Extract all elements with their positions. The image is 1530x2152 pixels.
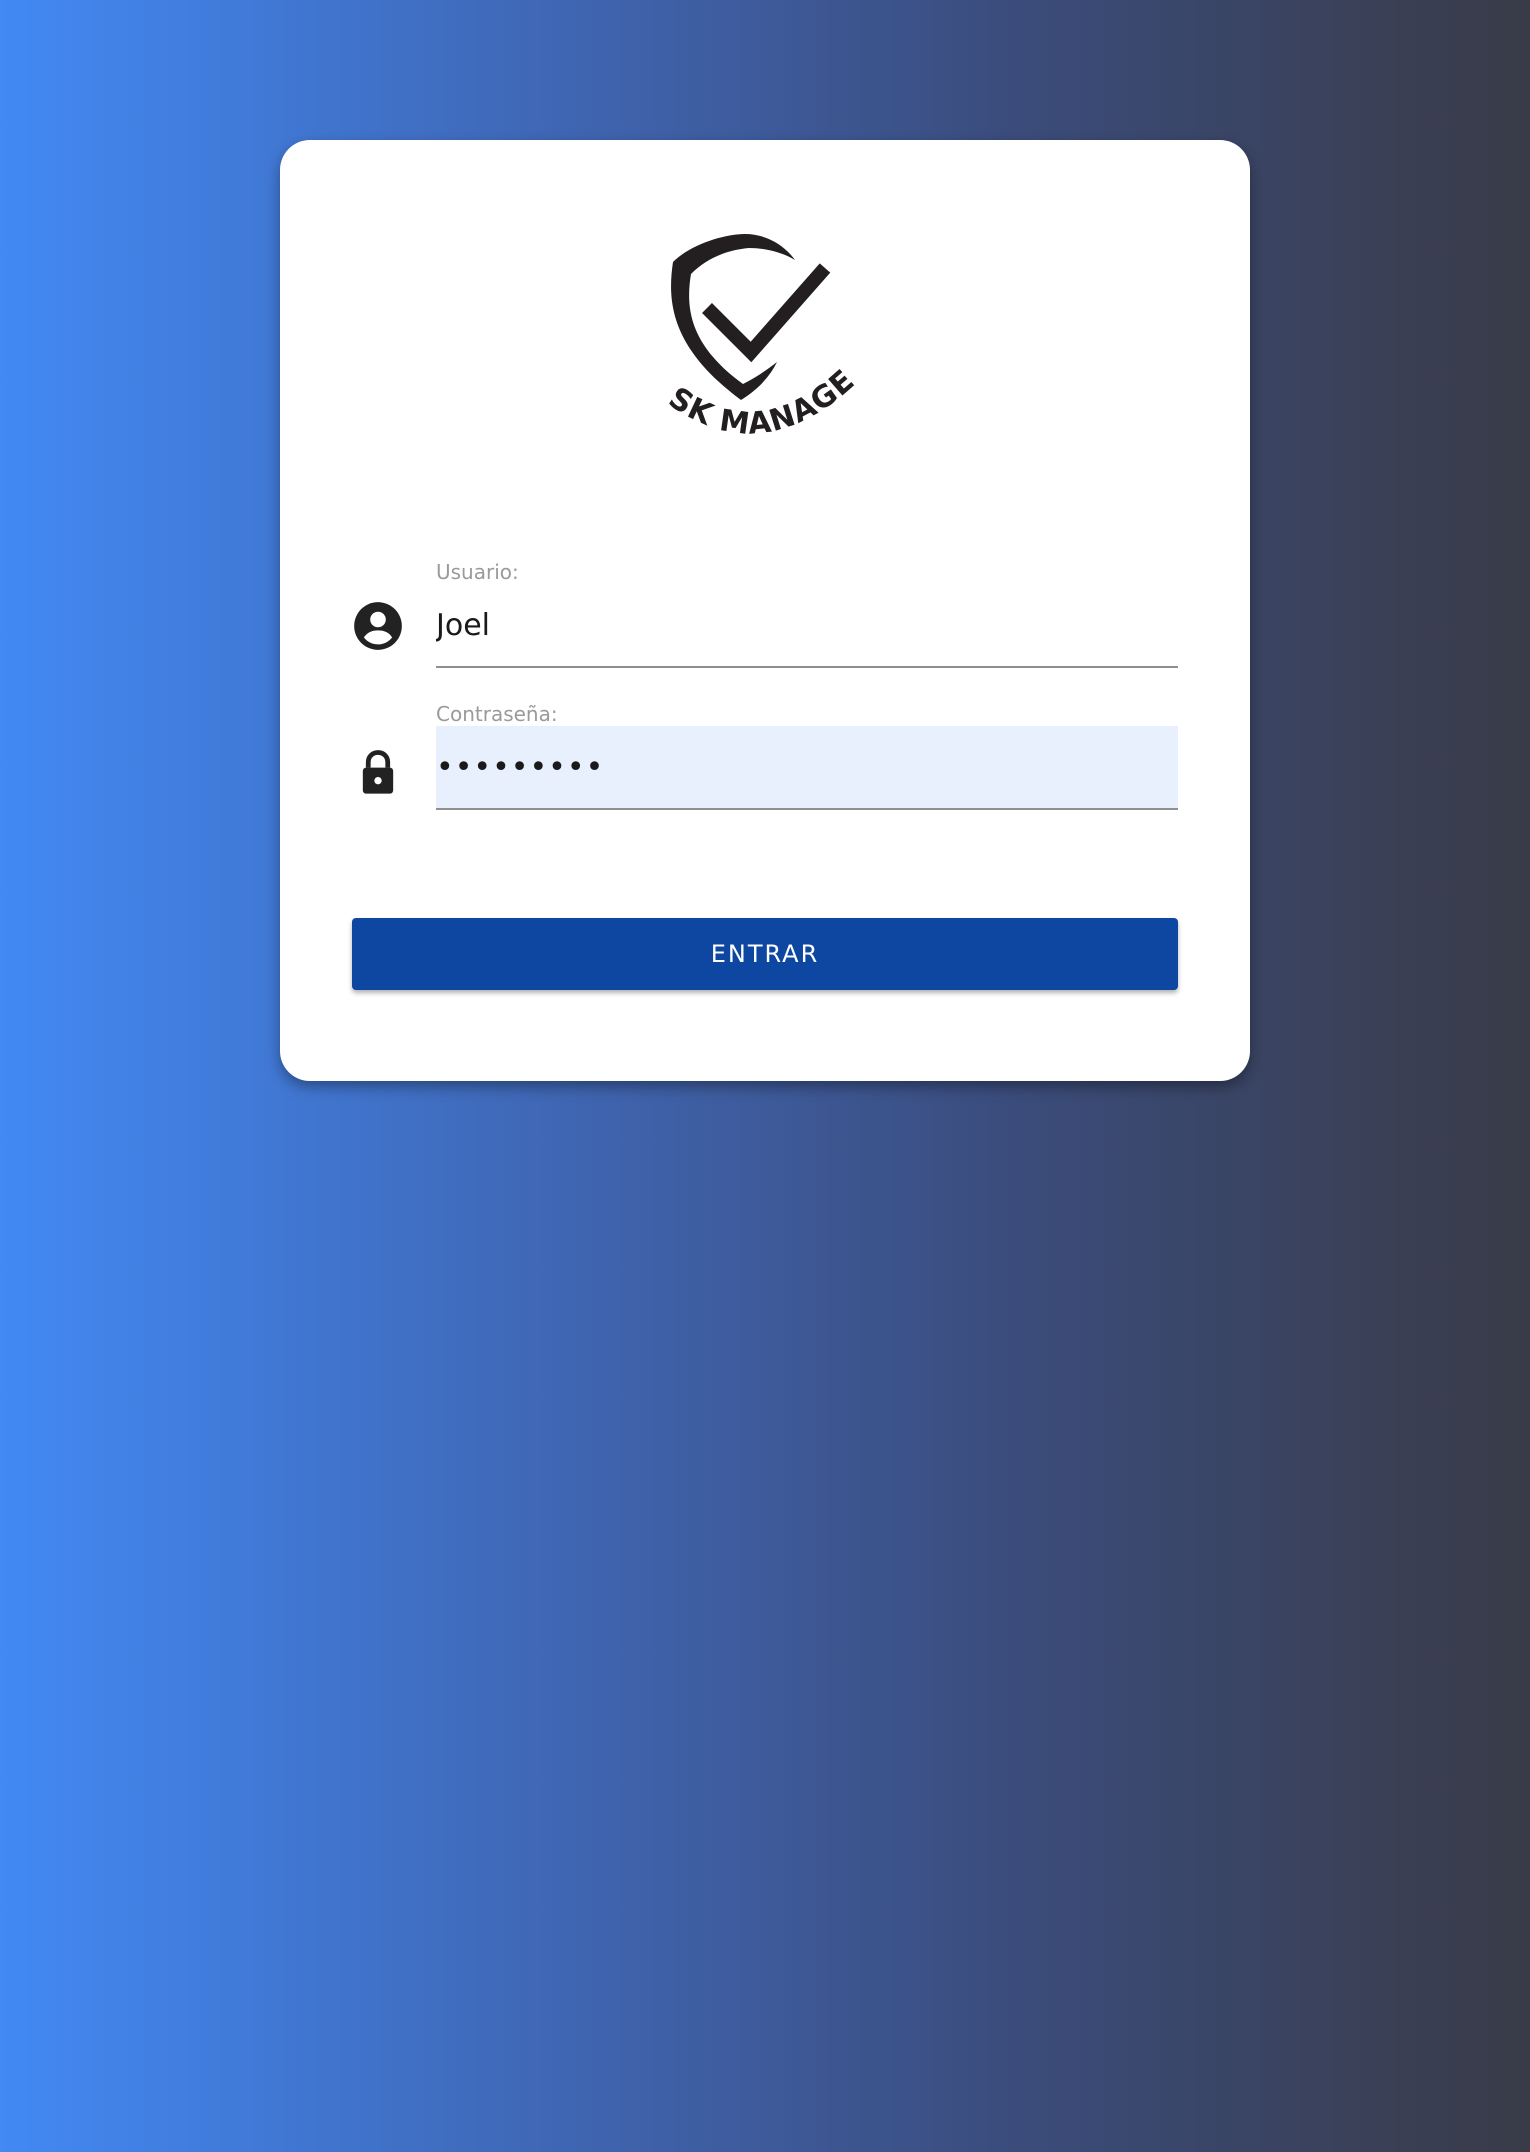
username-field: Usuario: [352, 560, 1178, 700]
username-label: Usuario: [436, 560, 519, 584]
login-card: RISK MANAGER Usuario: Contraseña: ••••••… [280, 140, 1250, 1081]
enter-button[interactable]: ENTRAR [352, 918, 1178, 990]
risk-manager-logo: RISK MANAGER [645, 210, 861, 440]
password-input[interactable]: ••••••••• [436, 726, 1178, 810]
account-circle-icon [354, 602, 402, 650]
shield-check-icon [671, 234, 831, 400]
password-label: Contraseña: [436, 702, 558, 726]
username-input[interactable] [436, 584, 1178, 668]
password-field: Contraseña: ••••••••• [352, 702, 1178, 842]
lock-icon [362, 750, 394, 794]
